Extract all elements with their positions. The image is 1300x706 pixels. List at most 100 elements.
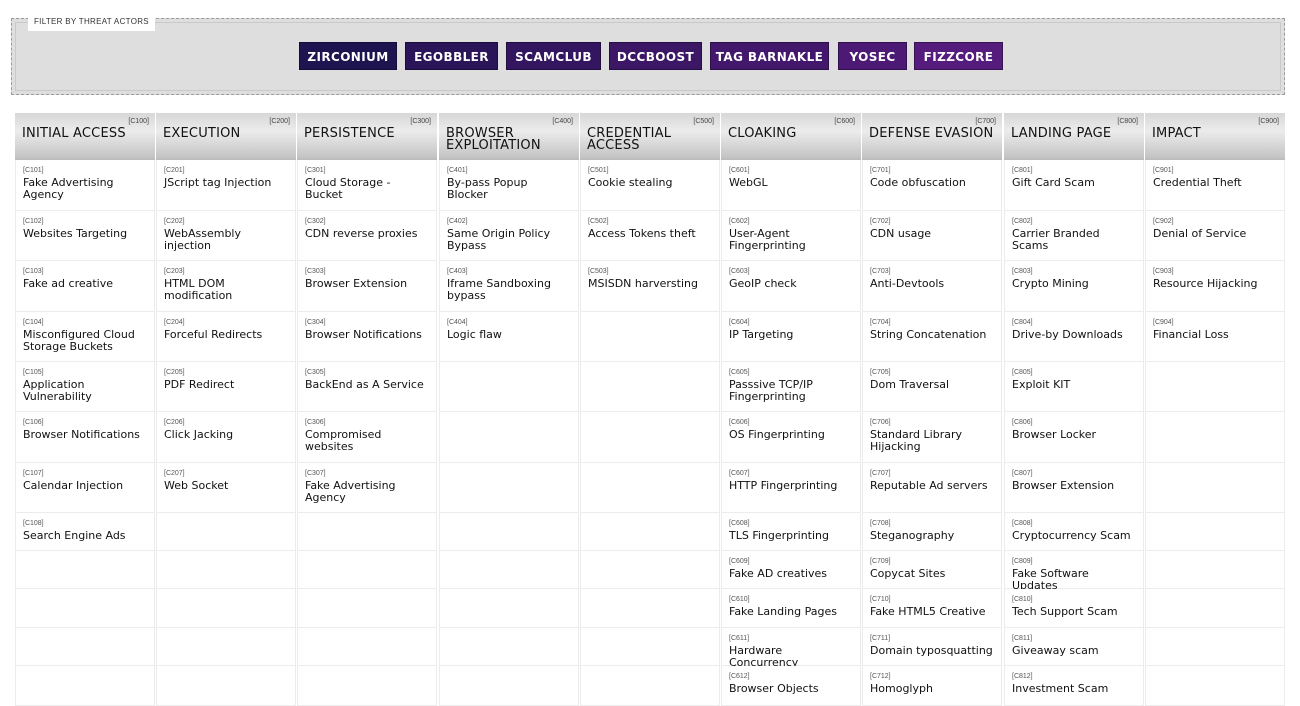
technique-cell[interactable]: [C106] Browser Notifications (15, 412, 155, 463)
technique-cell[interactable]: [C811] Giveaway scam (1004, 628, 1144, 666)
technique-cell[interactable]: [C804] Drive-by Downloads (1004, 312, 1144, 362)
actor-button-scamclub[interactable]: SCAMCLUB (506, 42, 601, 70)
technique-cell[interactable]: [C104] Misconfigured Cloud Storage Bucket… (15, 312, 155, 362)
actor-button-fizzcore[interactable]: FIZZCORE (914, 42, 1003, 70)
technique-cell[interactable]: [C206] Click Jacking (156, 412, 296, 463)
technique-cell[interactable]: [C401] By-pass Popup Blocker (439, 160, 579, 211)
technique-code: [C812] (1012, 673, 1033, 680)
technique-name: Click Jacking (164, 428, 234, 441)
technique-cell[interactable]: [C607] HTTP Fingerprinting (721, 463, 861, 513)
technique-cell[interactable]: [C705] Dom Traversal (862, 362, 1002, 412)
technique-cell[interactable]: [C709] Copycat Sites (862, 551, 1002, 589)
tactic-header[interactable]: [C300] PERSISTENCE (297, 113, 437, 160)
technique-name: BackEnd as A Service (305, 378, 424, 391)
technique-cell[interactable]: [C702] CDN usage (862, 211, 1002, 261)
tactic-header[interactable]: [C700] DEFENSE EVASION (862, 113, 1002, 160)
technique-code: [C601] (729, 167, 750, 174)
technique-cell[interactable]: [C902] Denial of Service (1145, 211, 1285, 261)
tactic-header[interactable]: [C100] INITIAL ACCESS (15, 113, 155, 160)
empty-cell (297, 513, 437, 551)
technique-cell[interactable]: [C402] Same Origin Policy Bypass (439, 211, 579, 261)
actor-button-egobbler[interactable]: EGOBBLER (405, 42, 498, 70)
technique-cell[interactable]: [C108] Search Engine Ads (15, 513, 155, 551)
technique-cell[interactable]: [C704] String Concatenation (862, 312, 1002, 362)
technique-cell[interactable]: [C612] Browser Objects (721, 666, 861, 706)
technique-cell[interactable]: [C303] Browser Extension (297, 261, 437, 312)
actor-button-zirconium[interactable]: ZIRCONIUM (299, 42, 397, 70)
tactic-header[interactable]: [C600] CLOAKING (721, 113, 861, 160)
technique-name: Forceful Redirects (164, 328, 263, 341)
technique-cell[interactable]: [C808] Cryptocurrency Scam (1004, 513, 1144, 551)
actor-button-yosec[interactable]: YOSEC (838, 42, 907, 70)
technique-cell[interactable]: [C205] PDF Redirect (156, 362, 296, 412)
technique-cell[interactable]: [C611] Hardware Concurrency (721, 628, 861, 669)
technique-cell[interactable]: [C803] Crypto Mining (1004, 261, 1144, 312)
tactic-header[interactable]: [C900] IMPACT (1145, 113, 1285, 160)
technique-cell[interactable]: [C706] Standard Library Hijacking (862, 412, 1002, 463)
technique-cell[interactable]: [C403] Iframe Sandboxing bypass (439, 261, 579, 312)
actor-button-tag-barnakle[interactable]: TAG BARNAKLE (710, 42, 829, 70)
technique-code: [C606] (729, 419, 750, 426)
technique-cell[interactable]: [C502] Access Tokens theft (580, 211, 720, 261)
technique-cell[interactable]: [C809] Fake Software Updates (1004, 551, 1144, 592)
technique-code: [C403] (447, 268, 468, 275)
technique-cell[interactable]: [C107] Calendar Injection (15, 463, 155, 513)
technique-cell[interactable]: [C903] Resource Hijacking (1145, 261, 1285, 312)
technique-cell[interactable]: [C105] Application Vulnerability (15, 362, 155, 412)
technique-cell[interactable]: [C301] Cloud Storage - Bucket (297, 160, 437, 211)
technique-code: [C610] (729, 596, 750, 603)
technique-code: [C205] (164, 369, 185, 376)
technique-cell[interactable]: [C207] Web Socket (156, 463, 296, 513)
technique-cell[interactable]: [C404] Logic flaw (439, 312, 579, 362)
technique-cell[interactable]: [C501] Cookie stealing (580, 160, 720, 211)
technique-cell[interactable]: [C101] Fake Advertising Agency (15, 160, 155, 211)
technique-cell[interactable]: [C807] Browser Extension (1004, 463, 1144, 513)
technique-cell[interactable]: [C805] Exploit KIT (1004, 362, 1144, 412)
technique-cell[interactable]: [C703] Anti-Devtools (862, 261, 1002, 312)
technique-cell[interactable]: [C806] Browser Locker (1004, 412, 1144, 463)
technique-cell[interactable]: [C904] Financial Loss (1145, 312, 1285, 362)
technique-cell[interactable]: [C103] Fake ad creative (15, 261, 155, 312)
technique-cell[interactable]: [C202] WebAssembly injection (156, 211, 296, 261)
technique-cell[interactable]: [C701] Code obfuscation (862, 160, 1002, 211)
technique-code: [C710] (870, 596, 891, 603)
technique-cell[interactable]: [C609] Fake AD creatives (721, 551, 861, 589)
technique-cell[interactable]: [C901] Credential Theft (1145, 160, 1285, 211)
technique-cell[interactable]: [C802] Carrier Branded Scams (1004, 211, 1144, 261)
technique-cell[interactable]: [C605] Passsive TCP/IP Fingerprinting (721, 362, 861, 412)
technique-cell[interactable]: [C602] User-Agent Fingerprinting (721, 211, 861, 261)
technique-cell[interactable]: [C603] GeoIP check (721, 261, 861, 312)
technique-cell[interactable]: [C503] MSISDN harversting (580, 261, 720, 312)
actor-button-dccboost[interactable]: DCCBOOST (609, 42, 702, 70)
technique-cell[interactable]: [C707] Reputable Ad servers (862, 463, 1002, 513)
technique-cell[interactable]: [C812] Investment Scam (1004, 666, 1144, 706)
technique-cell[interactable]: [C102] Websites Targeting (15, 211, 155, 261)
technique-cell[interactable]: [C302] CDN reverse proxies (297, 211, 437, 261)
technique-cell[interactable]: [C610] Fake Landing Pages (721, 589, 861, 628)
technique-cell[interactable]: [C606] OS Fingerprinting (721, 412, 861, 463)
empty-cell (1145, 513, 1285, 551)
technique-cell[interactable]: [C306] Compromised websites (297, 412, 437, 463)
technique-cell[interactable]: [C305] BackEnd as A Service (297, 362, 437, 412)
technique-cell[interactable]: [C601] WebGL (721, 160, 861, 211)
technique-cell[interactable]: [C304] Browser Notifications (297, 312, 437, 362)
tactic-header[interactable]: [C500] CREDENTIAL ACCESS (580, 113, 720, 160)
technique-cell[interactable]: [C307] Fake Advertising Agency (297, 463, 437, 513)
technique-cell[interactable]: [C708] Steganography (862, 513, 1002, 551)
technique-code: [C811] (1012, 635, 1033, 642)
tactic-header[interactable]: [C800] LANDING PAGE (1004, 113, 1144, 160)
technique-cell[interactable]: [C801] Gift Card Scam (1004, 160, 1144, 211)
technique-cell[interactable]: [C810] Tech Support Scam (1004, 589, 1144, 628)
technique-cell[interactable]: [C711] Domain typosquatting (862, 628, 1002, 666)
tactic-header[interactable]: [C400] BROWSER EXPLOITATION (439, 113, 579, 160)
technique-cell[interactable]: [C201] JScript tag Injection (156, 160, 296, 211)
technique-cell[interactable]: [C710] Fake HTML5 Creative (862, 589, 1002, 628)
technique-cell[interactable]: [C604] IP Targeting (721, 312, 861, 362)
technique-name: HTML DOM modification (164, 277, 233, 302)
tactic-header[interactable]: [C200] EXECUTION (156, 113, 296, 160)
technique-cell[interactable]: [C204] Forceful Redirects (156, 312, 296, 362)
technique-name: Denial of Service (1153, 227, 1247, 240)
technique-cell[interactable]: [C203] HTML DOM modification (156, 261, 296, 312)
technique-cell[interactable]: [C608] TLS Fingerprinting (721, 513, 861, 551)
technique-cell[interactable]: [C712] Homoglyph (862, 666, 1002, 706)
